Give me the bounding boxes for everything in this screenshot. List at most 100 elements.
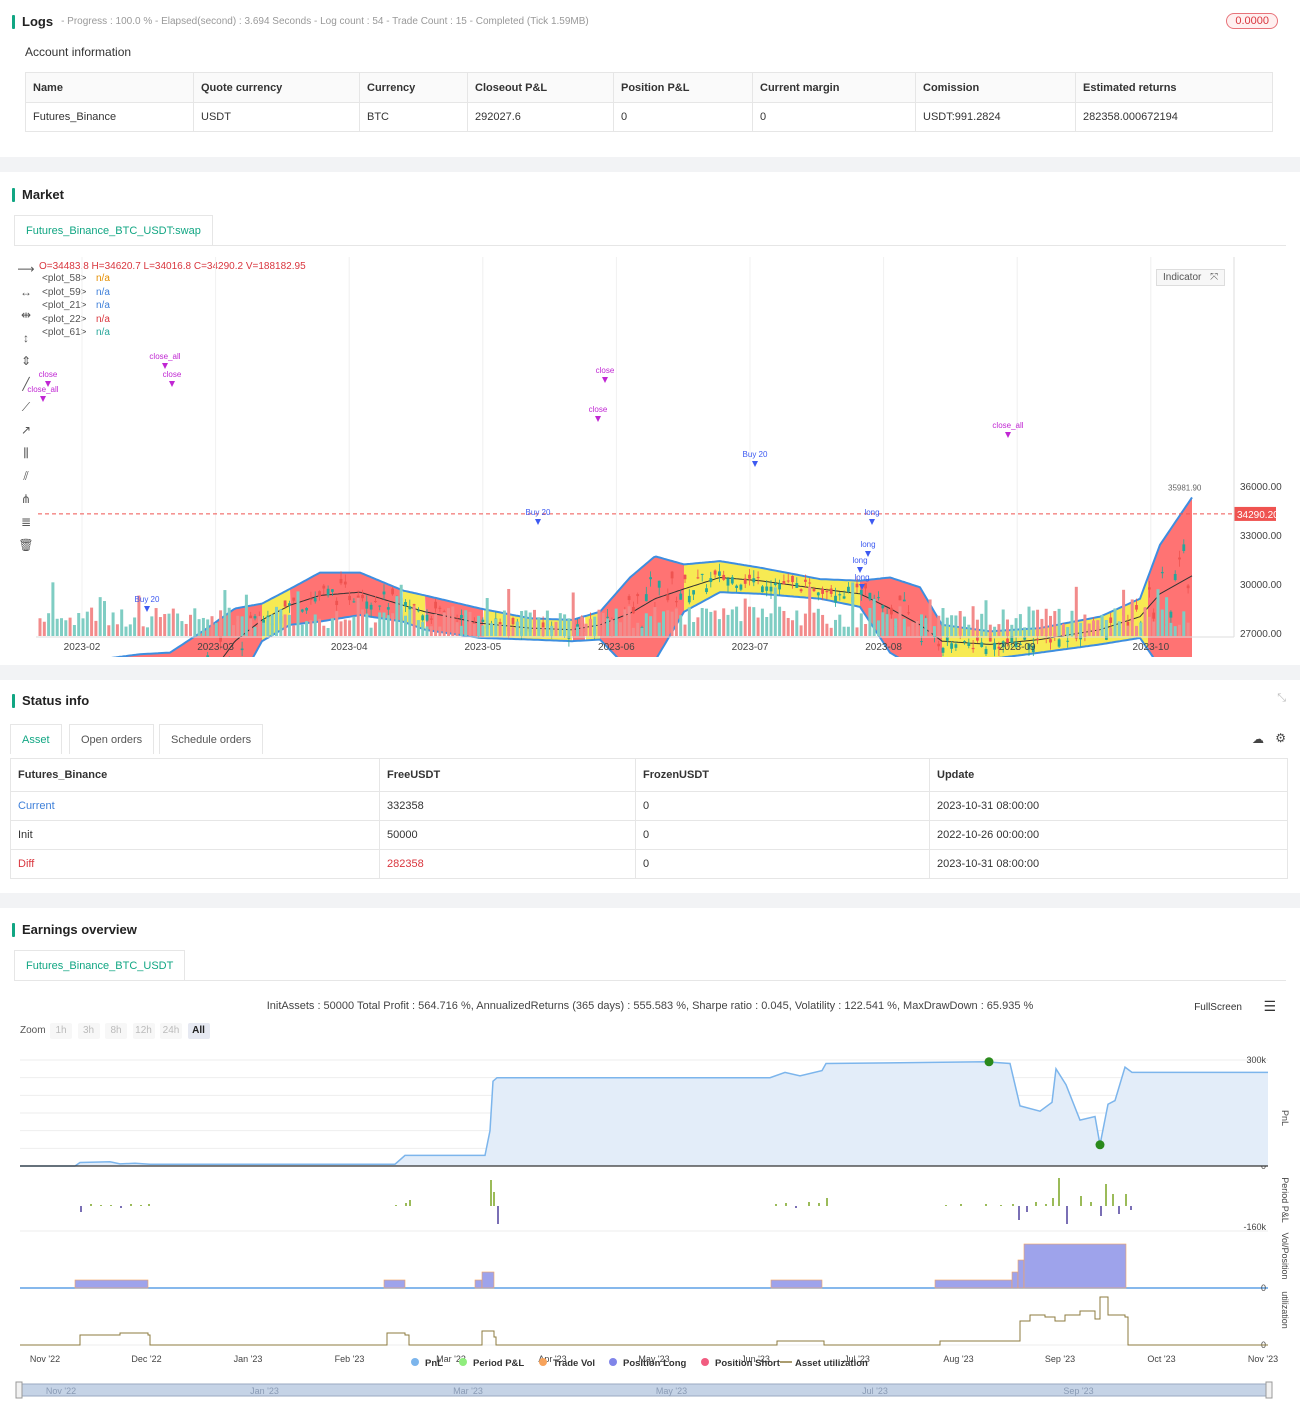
zoom-button-24h[interactable]: 24h [160,1023,182,1039]
volume-bar [709,611,713,636]
position-long-block [934,1279,1013,1289]
volume-bar [1165,597,1169,636]
cell: 0 [635,820,930,850]
time-tick-label: 2023-05 [464,642,501,653]
volume-bar [907,626,911,636]
candle-body [498,622,502,625]
volume-bar [115,624,119,636]
volume-bar [705,608,708,636]
volume-bar [296,591,300,636]
candle-body [322,585,326,589]
volume-bar [795,610,799,636]
period-pnl-bar [80,1206,82,1212]
volume-bar [498,624,502,636]
zoom-button-1h[interactable]: 1h [50,1023,72,1039]
volume-bar [997,624,1001,636]
candle-body [859,590,863,595]
status-title-text: Status info [22,693,90,708]
candle-body [816,592,820,596]
legend-label: Asset utilization [795,1358,868,1369]
candle-body [1135,605,1138,610]
volume-bar [571,592,575,636]
volume-bar [421,621,425,636]
cell: 0 [635,791,930,821]
volume-bar [1010,624,1014,636]
volume-bar [1104,619,1108,636]
earnings-chart[interactable]: 300k250k200k150k100k50k0PnLPeriod P&LVol… [0,1048,1300,1411]
period-pnl-bar [130,1204,132,1206]
menu-icon[interactable]: ☰ [1263,998,1276,1015]
period-pnl-bar [1066,1206,1068,1224]
time-tick-label: 2023-08 [865,642,902,653]
period-pnl-bar [1118,1206,1120,1214]
candle-body [666,594,670,601]
candlestick-chart[interactable]: 36000.0033000.0030000.0027000.0024000.00… [0,257,1300,657]
volume-bar [502,610,506,636]
volume-bar [1018,614,1022,636]
volume-bar [275,606,278,636]
col-name: Name [25,72,194,103]
market-title-text: Market [22,187,64,202]
volume-bar [38,618,42,636]
gear-icon[interactable]: ⚙ [1275,731,1286,745]
candle-body [408,606,412,610]
tab-divider [14,980,1286,981]
volume-bar [434,614,438,636]
position-long-block [1017,1259,1025,1289]
volume-bar [1117,621,1121,636]
candle-body [705,588,708,593]
volume-bar [889,618,893,636]
volume-bar [640,627,644,636]
time-tick-label: 2023-03 [197,642,234,653]
zoom-button-12h[interactable]: 12h [132,1023,155,1039]
period-pnl-bar [795,1206,797,1208]
volume-bar [287,614,291,636]
volume-bar [941,608,945,636]
trade-annotation: long [864,508,879,517]
zoom-button-3h[interactable]: 3h [77,1023,100,1039]
candle-body [718,571,721,576]
candle-body [761,586,764,593]
zoom-button-All[interactable]: All [187,1023,210,1039]
volume-bar [330,618,334,636]
candle-body [1186,585,1190,589]
max-point-marker [984,1057,994,1067]
volume-bar [730,609,734,636]
volume-bar [111,612,115,636]
collapse-icon[interactable]: ⤡ [1277,692,1286,705]
fullscreen-button[interactable]: FullScreen [1194,1002,1242,1013]
section-marker [12,187,15,202]
volume-bar [687,607,691,636]
trade-annotation: long [852,556,867,565]
volume-bar [877,620,880,636]
period-pnl-bar [120,1206,122,1208]
time-tick-label: 2023-09 [999,642,1036,653]
volume-bar [60,618,63,636]
candle-body [782,581,786,585]
volume-bar [967,624,971,636]
section-marker [12,922,15,937]
tab-market-symbol[interactable]: Futures_Binance_BTC_USDT:swap [14,215,213,245]
volume-bar [322,625,326,636]
section-marker [12,14,15,29]
candle-body [1049,639,1052,643]
volume-bar [700,607,704,636]
volume-bar [722,608,726,636]
tab-earnings-symbol[interactable]: Futures_Binance_BTC_USDT [14,950,186,980]
download-icon[interactable]: ☁ [1252,732,1264,746]
volume-bar [1083,614,1087,636]
zoom-button-8h[interactable]: 8h [105,1023,127,1039]
time-tick-label: Nov '22 [30,1354,60,1364]
navigator-tick-label: May '23 [656,1386,687,1396]
tab-asset[interactable]: Asset [10,724,62,754]
status-panel: Status info ⤡ Asset Open orders Schedule… [0,680,1300,893]
candle-body [331,589,334,592]
legend-marker [459,1358,467,1366]
tab-schedule-orders[interactable]: Schedule orders [159,724,264,754]
candle-body [902,599,906,602]
tab-open-orders[interactable]: Open orders [69,724,155,754]
volume-bar [318,618,321,636]
trade-annotation: Buy 20 [526,508,551,517]
volume-bar [1169,622,1173,636]
volume-bar [326,627,330,636]
